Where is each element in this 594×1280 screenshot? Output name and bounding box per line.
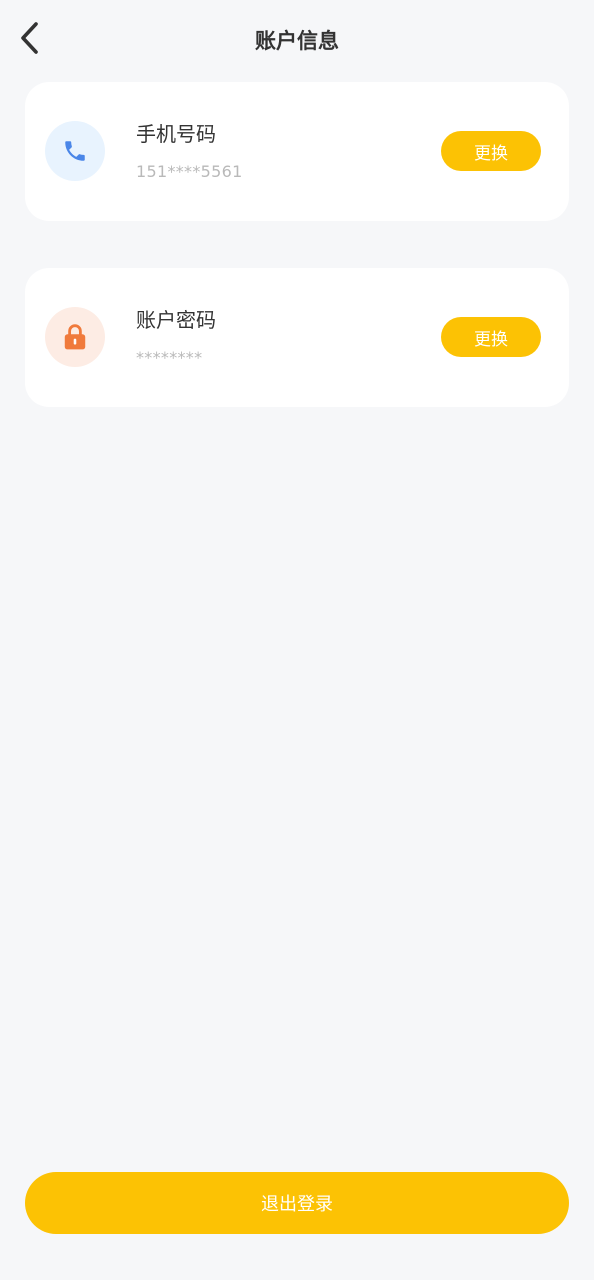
account-info-page: 账户信息 手机号码 151****5561 更换 账户密码 ******** 更… [0,0,594,1280]
phone-value: 151****5561 [136,162,243,181]
password-card: 账户密码 ******** 更换 [25,268,569,407]
header: 账户信息 [0,0,594,80]
phone-number-card: 手机号码 151****5561 更换 [25,82,569,221]
change-phone-button[interactable]: 更换 [441,131,541,171]
logout-button[interactable]: 退出登录 [25,1172,569,1234]
password-value: ******** [136,348,203,367]
page-title: 账户信息 [255,29,339,53]
lock-icon [64,324,86,350]
phone-label: 手机号码 [136,122,216,146]
lock-icon-badge [45,307,105,367]
change-password-button[interactable]: 更换 [441,317,541,357]
phone-icon [65,141,85,161]
phone-icon-badge [45,121,105,181]
password-label: 账户密码 [136,308,216,332]
